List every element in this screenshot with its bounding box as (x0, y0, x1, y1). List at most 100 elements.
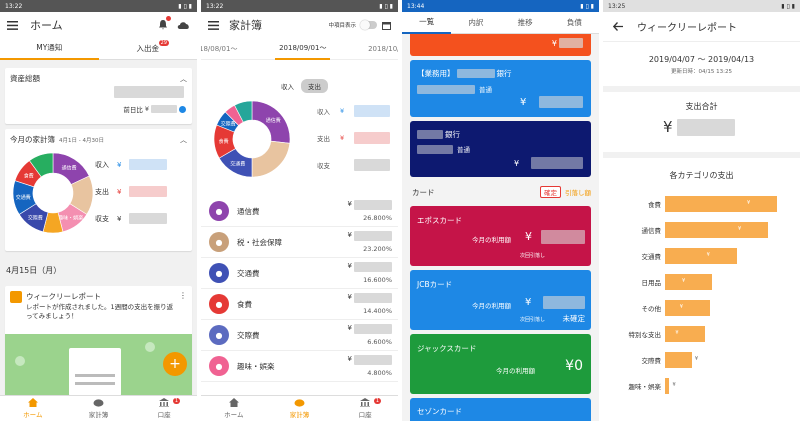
bar-label: 日用品 (641, 279, 662, 287)
category-icon: ● (209, 232, 229, 252)
add-fab-button[interactable]: + (163, 352, 187, 376)
bank-account-savings[interactable]: 銀行 普通 ¥ (410, 121, 591, 177)
category-row[interactable]: ● 税・社会保障 ¥ 23.200% (201, 227, 398, 258)
category-percent: 6.600% (367, 338, 392, 346)
category-list: ● 通信費 ¥ 26.800% ● 税・社会保障 ¥ 23.200% ● 交通費 ¥… (201, 196, 398, 382)
tab-transactions[interactable]: 入出金 29 (99, 38, 198, 60)
pending-status: 未確定 (562, 314, 586, 323)
bar-value-yen: ¥ (682, 278, 686, 284)
subcategory-toggle[interactable] (360, 20, 377, 30)
battery-icon: ▮ ▯ ▮ (580, 2, 594, 10)
card-saison[interactable]: セゾンカード (410, 398, 591, 421)
bottom-nav: ホーム 家計簿 口座 1 (0, 395, 197, 421)
current-month[interactable]: 2018/09/01〜 (275, 37, 331, 60)
accounts-badge: 1 (172, 398, 181, 404)
home-feed: 資産総額 ︿ 前日比 ¥ 今月の家計簿 4月1日 - 4月30日 ︿ 通信費 趣味・娯楽交… (0, 60, 197, 406)
nav-home[interactable]: ホーム (201, 396, 267, 421)
tab-debt[interactable]: 負債 (550, 17, 599, 28)
home-icon (27, 398, 38, 407)
piggy-bank-icon (294, 399, 305, 407)
tab-list[interactable]: 一覧 (402, 12, 452, 34)
donut-label: 食費 (219, 138, 229, 145)
nav-accounts[interactable]: 口座 1 (131, 396, 197, 421)
budget-card[interactable]: 今月の家計簿 4月1日 - 4月30日 ︿ 通信費 趣味・娯楽 交際費 交通費 食費 収入 ¥… (5, 129, 192, 251)
donut-label: 食費 (24, 172, 34, 179)
bar (665, 300, 710, 316)
piggy-bank-icon (93, 399, 104, 407)
weekly-report-screen: 13:25 ▮ ▯ ▮ ウィークリーレポート 2019/04/07 〜 2019/… (603, 0, 800, 421)
category-icon: ● (209, 201, 229, 221)
donut-label: 交際費 (221, 120, 236, 127)
nav-ledger[interactable]: 家計簿 (66, 396, 132, 421)
bar-value-yen: ¥ (747, 200, 751, 206)
menu-icon[interactable] (208, 20, 219, 30)
category-percent: 26.800% (363, 214, 392, 222)
category-bar-chart: 食費 ¥ 通信費 ¥ 交通費 ¥ 日用品 ¥ その他 ¥ 特別な支出 ¥ 交際費 ¥ 趣味・娯楽 ¥ (603, 0, 800, 421)
tab-my-notice[interactable]: MY通知 (0, 38, 99, 60)
donut-label: 趣味・娯楽 (58, 214, 83, 221)
page-title: 家計簿 (229, 19, 262, 32)
category-icon: ● (209, 325, 229, 345)
bar-label: 特別な支出 (628, 331, 662, 339)
bar-value-yen: ¥ (694, 356, 699, 362)
bar-label: 趣味・娯楽 (628, 383, 662, 391)
status-bar: 13:22 ▮ ▯ ▮ (201, 0, 398, 12)
bar-label: 通信費 (641, 227, 662, 235)
battery-icon: ▮ ▯ ▮ (178, 2, 192, 10)
cloud-sync-icon[interactable] (177, 21, 190, 30)
app-bar: ホーム (0, 12, 197, 38)
trend-icon (179, 105, 186, 113)
bar (665, 222, 769, 238)
ledger-donut-chart: 通信費交通費 食費 交際費 (213, 100, 291, 178)
bar-value-yen: ¥ (679, 304, 683, 310)
assets-title: 資産総額 (10, 74, 40, 83)
budget-donut-chart: 通信費趣味・娯楽 交際費 交通費 食費 (12, 152, 94, 234)
calendar-icon[interactable] (382, 21, 391, 30)
category-icon: ● (209, 294, 229, 314)
card-jcb[interactable]: JCBカード 今月の利用額 ¥ 次回引落し 未確定 (410, 270, 591, 330)
bar-label: その他 (641, 305, 662, 313)
status-bar: 13:22 ▮ ▯ ▮ (0, 0, 197, 12)
nav-accounts[interactable]: 口座 1 (332, 396, 398, 421)
nav-ledger[interactable]: 家計簿 (267, 396, 333, 421)
bar-value-yen: ¥ (706, 252, 710, 258)
assets-card[interactable]: 資産総額 ︿ 前日比 ¥ (5, 68, 192, 124)
category-percent: 14.400% (363, 307, 392, 315)
category-icon: ● (209, 356, 229, 376)
nav-home[interactable]: ホーム (0, 396, 66, 421)
category-percent: 4.800% (367, 369, 392, 377)
bottom-nav: ホーム 家計簿 口座 1 (201, 395, 398, 421)
collapse-icon[interactable]: ︿ (180, 135, 187, 145)
weekly-report-card[interactable]: ウィークリーレポート レポートが作成されました。1週間の支出を振り返ってみましょう… (5, 286, 192, 406)
bar-label: 交通費 (641, 253, 662, 261)
bar (665, 326, 706, 342)
segment-expense[interactable]: 支出 (301, 79, 328, 93)
segment-income[interactable]: 収入 (274, 79, 301, 93)
prev-month[interactable]: 18/08/01〜 (201, 44, 237, 54)
category-row[interactable]: ● 趣味・娯楽 ¥ 4.800% (201, 351, 398, 382)
notification-bell-icon[interactable] (158, 15, 171, 32)
bar (665, 378, 670, 394)
menu-icon[interactable] (7, 20, 18, 30)
more-icon[interactable]: ⋮ (179, 291, 187, 300)
category-row[interactable]: ● 食費 ¥ 14.400% (201, 289, 398, 320)
card-jaccs[interactable]: ジャックスカード 今月の利用額 ¥0 (410, 334, 591, 394)
next-month[interactable]: 2018/10/0 (368, 45, 398, 53)
account-card-top[interactable]: ¥ (410, 34, 591, 56)
tab-trend[interactable]: 推移 (501, 17, 550, 28)
report-icon (10, 291, 22, 303)
category-percent: 23.200% (363, 245, 392, 253)
page-title: ホーム (30, 19, 63, 32)
collapse-icon[interactable]: ︿ (180, 74, 187, 84)
card-epos[interactable]: エポスカード 今月の利用額 ¥ 次回引落し (410, 206, 591, 266)
bank-icon (360, 398, 371, 407)
category-row[interactable]: ● 交通費 ¥ 16.600% (201, 258, 398, 289)
category-row[interactable]: ● 通信費 ¥ 26.800% (201, 196, 398, 227)
tab-breakdown[interactable]: 内訳 (451, 17, 500, 28)
card-section-header: カード 確定 引落し額 (412, 186, 591, 198)
bar (665, 352, 692, 368)
category-row[interactable]: ● 交際費 ¥ 6.600% (201, 320, 398, 351)
month-selector: 18/08/01〜 2018/09/01〜 2018/10/0 (201, 38, 398, 60)
bank-account-business[interactable]: 【業務用】 銀行 普通 ¥ (410, 60, 591, 117)
category-icon: ● (209, 263, 229, 283)
